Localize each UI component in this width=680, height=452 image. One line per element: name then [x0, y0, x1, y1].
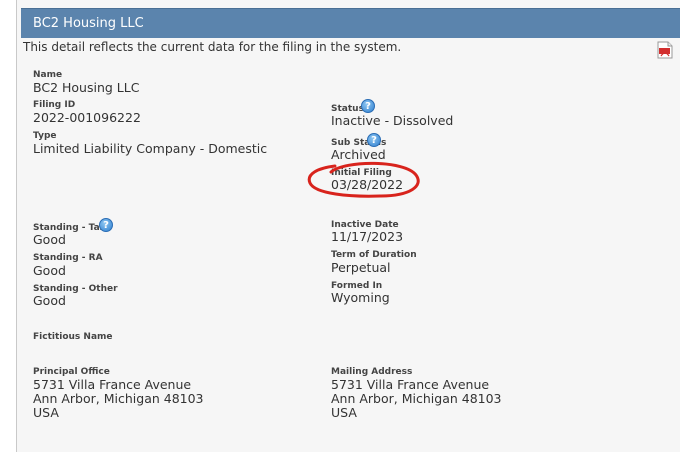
term-of-duration-label: Term of Duration	[331, 250, 417, 260]
principal-office-label: Principal Office	[33, 367, 110, 377]
mailing-address-line-2: Ann Arbor, Michigan 48103	[331, 391, 502, 406]
intro-text: This detail reflects the current data fo…	[23, 40, 402, 54]
pdf-icon[interactable]	[657, 41, 673, 59]
standing-ra-value: Good	[33, 263, 66, 278]
type-value: Limited Liability Company - Domestic	[33, 141, 268, 156]
mailing-address-label: Mailing Address	[331, 367, 413, 377]
principal-office-line-3: USA	[33, 405, 59, 420]
name-label: Name	[33, 70, 63, 80]
standing-other-value: Good	[33, 293, 66, 308]
initial-filing-value: 03/28/2022	[331, 177, 404, 192]
standing-tax-value: Good	[33, 232, 66, 247]
type-label: Type	[33, 131, 57, 141]
mailing-address-line-1: 5731 Villa France Avenue	[331, 377, 490, 392]
term-of-duration-value: Perpetual	[331, 260, 391, 275]
filing-id-label: Filing ID	[33, 100, 76, 110]
page-title: BC2 Housing LLC	[33, 16, 144, 31]
mailing-address-line-3: USA	[331, 405, 357, 420]
principal-office-line-1: 5731 Villa France Avenue	[33, 377, 192, 392]
sub-status-value: Archived	[331, 147, 386, 162]
title-bar: BC2 Housing LLC	[21, 8, 680, 38]
principal-office-line-2: Ann Arbor, Michigan 48103	[33, 391, 204, 406]
filing-id-value: 2022-001096222	[33, 110, 141, 125]
status-help-icon[interactable]: ?	[361, 99, 375, 113]
sub-status-help-icon[interactable]: ?	[367, 133, 381, 147]
fictitious-name-label: Fictitious Name	[33, 332, 113, 342]
standing-tax-help-icon[interactable]: ?	[99, 218, 113, 232]
status-value: Inactive - Dissolved	[331, 113, 454, 128]
formed-in-value: Wyoming	[331, 290, 390, 305]
inactive-date-value: 11/17/2023	[331, 229, 404, 244]
standing-ra-label: Standing - RA	[33, 253, 103, 263]
name-value: BC2 Housing LLC	[33, 80, 140, 95]
